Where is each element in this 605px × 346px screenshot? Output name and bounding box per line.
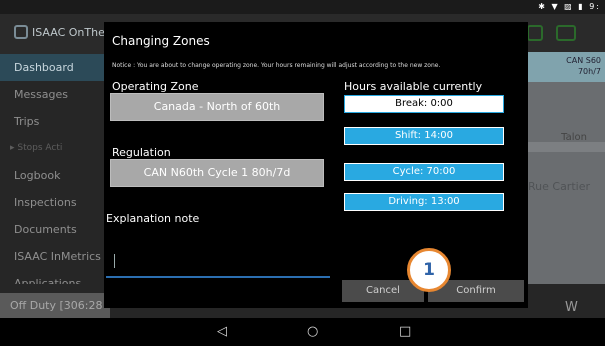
status-bar: ✱ ▼ ▨ ▮ 9: bbox=[0, 0, 605, 14]
operating-zone-select[interactable]: Canada - North of 60th bbox=[110, 93, 324, 121]
recent-apps-icon[interactable]: □ bbox=[399, 324, 411, 339]
step-callout-marker: 1 bbox=[407, 248, 451, 292]
cycle-hours: Cycle: 70:00 bbox=[344, 163, 504, 181]
text-caret bbox=[114, 254, 115, 268]
duty-status-bar[interactable]: Off Duty [306:28 bbox=[0, 293, 110, 318]
dialog-title: Changing Zones bbox=[112, 34, 210, 48]
map-road bbox=[524, 142, 605, 152]
changing-zones-dialog: Changing Zones Notice : You are about to… bbox=[104, 22, 528, 308]
hours-available-label: Hours available currently bbox=[344, 80, 483, 93]
sidebar-item-logbook[interactable]: Logbook bbox=[0, 162, 104, 189]
device-icon[interactable] bbox=[527, 25, 543, 41]
sidebar-item-inmetrics[interactable]: ISAAC InMetrics bbox=[0, 243, 104, 270]
home-icon[interactable]: ○ bbox=[307, 324, 318, 339]
operating-zone-label: Operating Zone bbox=[112, 80, 199, 93]
regulation-select[interactable]: CAN N60th Cycle 1 80h/7d bbox=[110, 159, 324, 187]
truck-icon[interactable] bbox=[556, 25, 576, 41]
map-view[interactable]: Talon Rue Cartier bbox=[524, 54, 605, 284]
zone-card-line2: 70h/7 bbox=[577, 67, 601, 76]
app-logo-text: ISAAC OnTheG bbox=[32, 26, 114, 39]
shift-hours: Shift: 14:00 bbox=[344, 127, 504, 145]
sidebar: Dashboard Messages Trips ▸ Stops Acti Lo… bbox=[0, 54, 104, 318]
regulation-label: Regulation bbox=[112, 146, 171, 159]
explanation-note-label: Explanation note bbox=[106, 212, 200, 225]
break-hours: Break: 0:00 bbox=[344, 95, 504, 113]
app-logo: ISAAC OnTheG bbox=[14, 25, 113, 39]
sidebar-item-messages[interactable]: Messages bbox=[0, 81, 104, 108]
map-label-street: Rue Cartier bbox=[528, 180, 590, 193]
sidebar-item-dashboard[interactable]: Dashboard bbox=[0, 54, 104, 81]
sidebar-item-documents[interactable]: Documents bbox=[0, 216, 104, 243]
driving-hours: Driving: 13:00 bbox=[344, 193, 504, 211]
map-label-talon: Talon bbox=[561, 132, 587, 143]
sidebar-item-inspections[interactable]: Inspections bbox=[0, 189, 104, 216]
sidebar-item-stops[interactable]: ▸ Stops Acti bbox=[0, 135, 104, 162]
sidebar-item-trips[interactable]: Trips bbox=[0, 108, 104, 135]
back-icon[interactable]: ◁ bbox=[217, 324, 227, 339]
heading-indicator: W bbox=[565, 300, 578, 315]
system-nav-bar: ◁ ○ □ bbox=[0, 318, 605, 346]
zone-card: CAN S60 70h/7 bbox=[524, 52, 605, 82]
status-icons: ✱ ▼ ▨ ▮ 9: bbox=[538, 2, 601, 11]
zone-card-line1: CAN S60 bbox=[566, 56, 601, 65]
dialog-notice: Notice : You are about to change operati… bbox=[112, 62, 441, 69]
explanation-note-input[interactable] bbox=[106, 246, 330, 278]
isaac-logo-icon bbox=[14, 25, 28, 39]
